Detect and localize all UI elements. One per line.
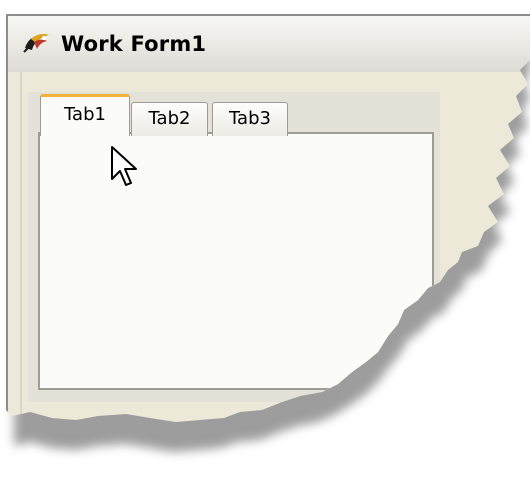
tab-page-tab1[interactable]	[38, 132, 434, 390]
tab-tab3[interactable]: Tab3	[212, 102, 288, 136]
window-titlebar[interactable]: Work Form1	[6, 14, 530, 72]
tab-tab1[interactable]: Tab1	[40, 94, 130, 136]
form-icon	[22, 30, 52, 56]
screenshot-stage: Work Form1 Tab1 Tab2 Tab3	[0, 0, 530, 497]
client-inner-edge	[20, 72, 22, 432]
window-title: Work Form1	[61, 32, 207, 56]
arrow-cursor-icon	[110, 145, 140, 193]
tab-tab2[interactable]: Tab2	[131, 102, 208, 136]
